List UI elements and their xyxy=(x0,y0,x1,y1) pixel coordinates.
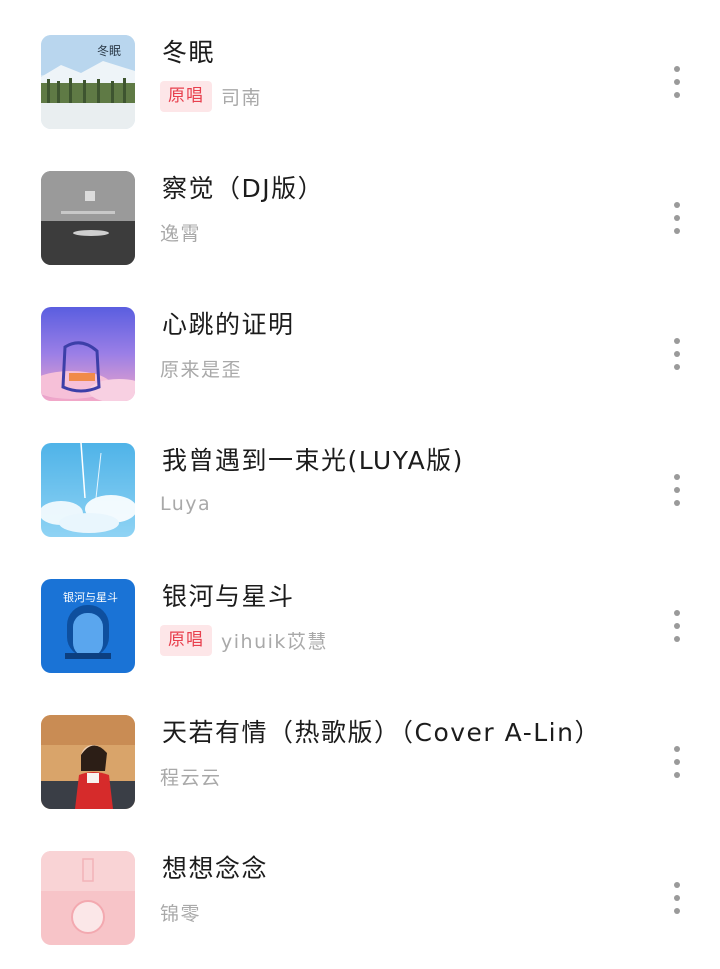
artist-name: 司南 xyxy=(221,86,263,109)
song-meta: 原来是歪 xyxy=(160,352,242,384)
more-options-icon[interactable] xyxy=(662,198,692,238)
song-row[interactable]: 我曾遇到一束光(LUYA版) Luya xyxy=(0,408,720,544)
more-options-icon[interactable] xyxy=(662,878,692,918)
song-meta: 原唱 yihuik苡慧 xyxy=(160,624,328,656)
song-row[interactable]: 心跳的证明 原来是歪 xyxy=(0,272,720,408)
song-title: 天若有情（热歌版）（Cover A-Lin） xyxy=(162,718,601,747)
song-title: 察觉（DJ版） xyxy=(162,174,325,203)
song-meta: Luya xyxy=(160,488,211,520)
song-title: 心跳的证明 xyxy=(162,310,295,339)
artist-name: 逸霄 xyxy=(160,222,202,245)
original-badge: 原唱 xyxy=(160,80,212,112)
more-options-icon[interactable] xyxy=(662,742,692,782)
song-meta: 原唱 司南 xyxy=(160,80,262,112)
album-cover xyxy=(41,443,135,537)
album-cover xyxy=(41,851,135,945)
artist-name: Luya xyxy=(160,493,212,515)
svg-text:冬眠: 冬眠 xyxy=(97,43,121,58)
svg-text:银河与星斗: 银河与星斗 xyxy=(63,590,118,604)
song-list: 冬眠 冬眠 原唱 司南 察觉（DJ版） 逸霄 心跳的证明 原来是歪 我曾遇到一束… xyxy=(0,0,720,952)
song-meta: 锦零 xyxy=(160,896,201,928)
song-meta: 程云云 xyxy=(160,760,222,792)
album-cover: 冬眠 xyxy=(41,35,135,129)
album-cover xyxy=(41,307,135,401)
album-cover xyxy=(41,715,135,809)
more-options-icon[interactable] xyxy=(662,606,692,646)
artist-name: 原来是歪 xyxy=(160,358,243,381)
song-row[interactable]: 察觉（DJ版） 逸霄 xyxy=(0,136,720,272)
song-title: 冬眠 xyxy=(162,38,216,67)
song-title: 我曾遇到一束光(LUYA版) xyxy=(162,446,464,475)
album-cover xyxy=(41,171,135,265)
song-row[interactable]: 冬眠 冬眠 原唱 司南 xyxy=(0,0,720,136)
song-title: 想想念念 xyxy=(162,854,269,883)
song-row[interactable]: 天若有情（热歌版）（Cover A-Lin） 程云云 xyxy=(0,680,720,816)
more-options-icon[interactable] xyxy=(662,470,692,510)
more-options-icon[interactable] xyxy=(662,62,692,102)
song-title: 银河与星斗 xyxy=(162,582,295,611)
original-badge: 原唱 xyxy=(160,624,212,656)
song-row[interactable]: 想想念念 锦零 xyxy=(0,816,720,952)
more-options-icon[interactable] xyxy=(662,334,692,374)
song-row[interactable]: 银河与星斗 银河与星斗 原唱 yihuik苡慧 xyxy=(0,544,720,680)
artist-name: 锦零 xyxy=(160,902,202,925)
artist-name: 程云云 xyxy=(160,766,222,789)
song-meta: 逸霄 xyxy=(160,216,201,248)
album-cover: 银河与星斗 xyxy=(41,579,135,673)
artist-name: yihuik苡慧 xyxy=(221,630,328,653)
